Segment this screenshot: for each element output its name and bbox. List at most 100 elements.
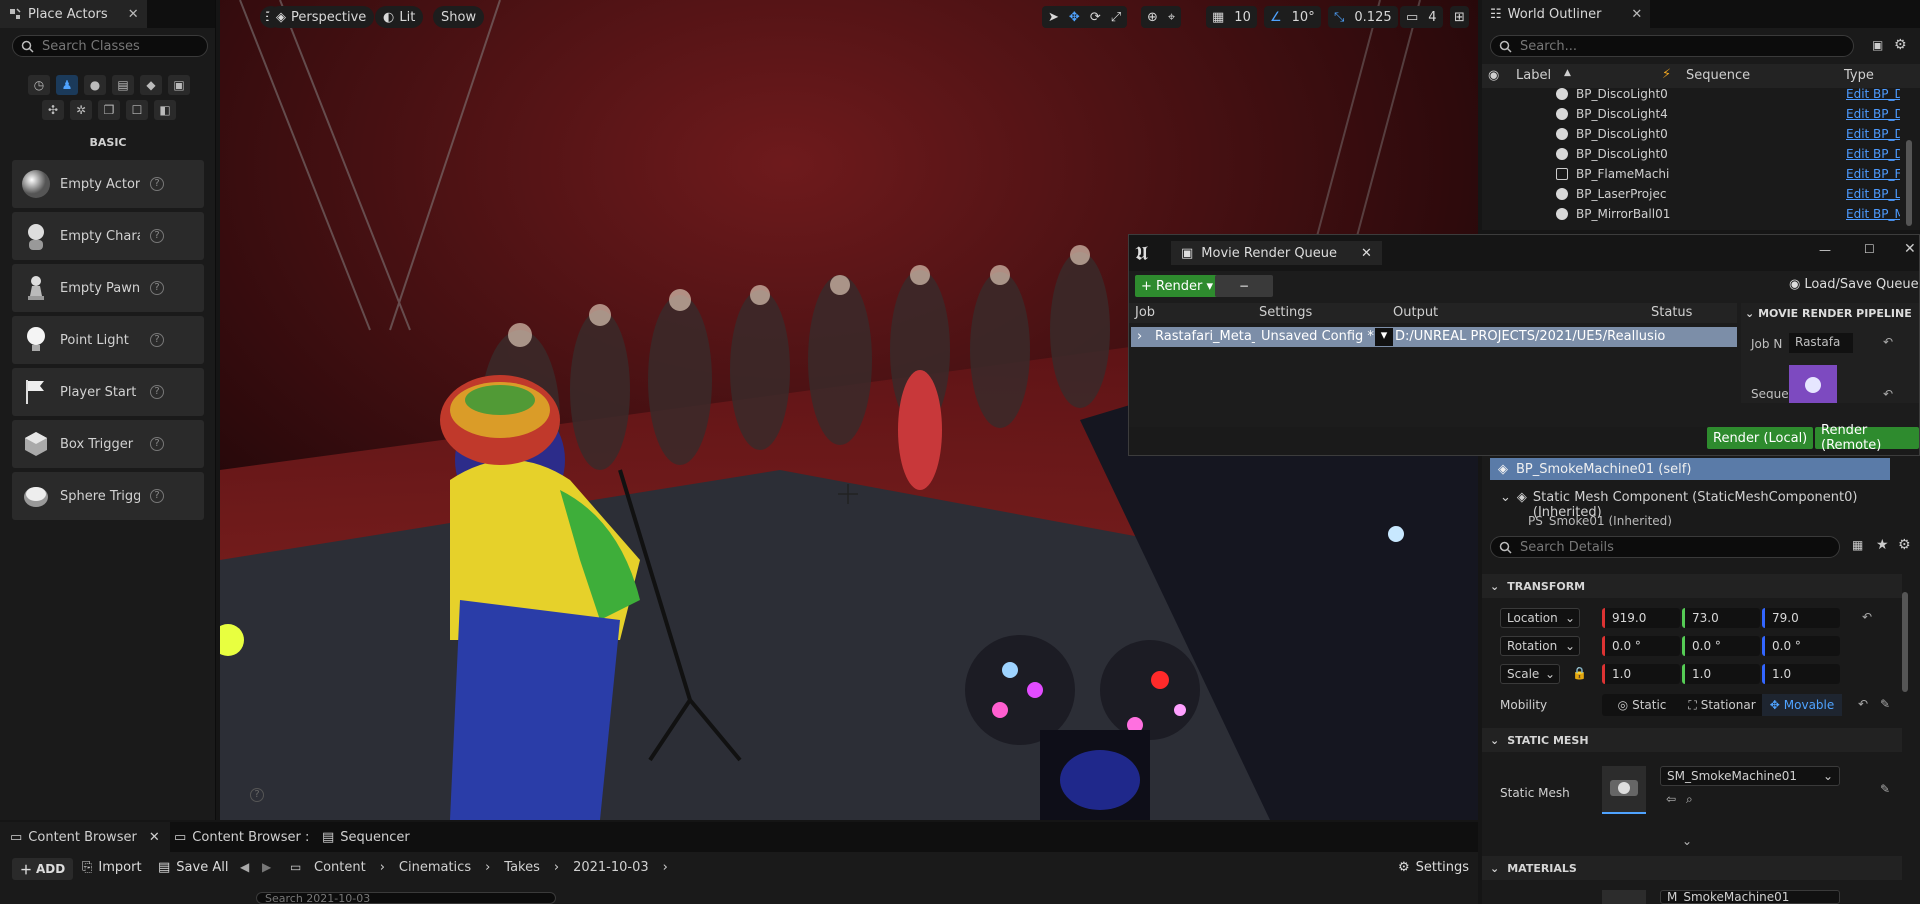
material-dropdown[interactable]: M_SmokeMachine01 xyxy=(1660,890,1840,904)
expand-chevron-icon[interactable]: ⌄ xyxy=(1682,834,1692,848)
chevron-down-icon[interactable]: ⌄ xyxy=(1500,490,1511,520)
job-name-field[interactable]: Rastafa xyxy=(1789,333,1853,353)
edit-blueprint-link[interactable]: Edit BP_D xyxy=(1846,127,1900,141)
col-label[interactable]: Label xyxy=(1516,68,1551,83)
mobility-movable-button[interactable]: ✥ Movable xyxy=(1762,694,1842,716)
help-icon[interactable]: ? xyxy=(150,333,164,347)
location-dropdown[interactable]: Location ⌄ xyxy=(1500,608,1580,628)
actor-item-box-trigger[interactable]: Box Trigger ? xyxy=(12,420,204,468)
settings-gear-icon[interactable]: ⚙ xyxy=(1894,37,1907,53)
scale-snap-button[interactable]: ⤡ 0.125 xyxy=(1328,6,1398,28)
load-save-queue-button[interactable]: ◉ Load/Save Queue xyxy=(1789,277,1919,292)
add-folder-icon[interactable]: ▣ xyxy=(1872,38,1883,52)
panel-icon[interactable]: ☐ xyxy=(126,100,148,120)
help-icon[interactable]: ? xyxy=(150,177,164,191)
render-local-button[interactable]: Render (Local) xyxy=(1707,427,1814,449)
selected-actor-row[interactable]: ◈ BP_SmokeMachine01 (self) xyxy=(1490,458,1890,480)
add-button[interactable]: ＋ ADD xyxy=(12,858,74,880)
reset-icon[interactable]: ↶ xyxy=(1858,697,1868,711)
reset-icon[interactable]: ↶ xyxy=(1862,610,1872,624)
edit-blueprint-link[interactable]: Edit BP_D xyxy=(1846,147,1900,161)
job-output[interactable]: D:/UNREAL PROJECTS/2021/UE5/Reallusion, xyxy=(1395,329,1665,344)
close-icon[interactable]: ✕ xyxy=(149,830,160,845)
folder-icon[interactable]: ▭ xyxy=(290,860,301,874)
materials-section[interactable]: ⌄ MATERIALS xyxy=(1482,856,1902,880)
pin-icon[interactable]: ✎ xyxy=(1880,782,1890,796)
job-row[interactable]: › Rastafari_Meta_0 Unsaved Config * ▾ D:… xyxy=(1131,327,1737,347)
breadcrumb-item[interactable]: Cinematics xyxy=(399,860,471,875)
static-mesh-dropdown[interactable]: SM_SmokeMachine01 ⌄ xyxy=(1660,766,1840,786)
edit-blueprint-link[interactable]: Edit BP_M xyxy=(1846,207,1900,221)
perspective-button[interactable]: ◈ Perspective xyxy=(268,6,375,28)
basic-category-icon[interactable]: ♟ xyxy=(56,75,78,95)
col-output[interactable]: Output xyxy=(1393,305,1438,323)
rotation-dropdown[interactable]: Rotation ⌄ xyxy=(1500,636,1580,656)
outliner-row[interactable]: BP_DiscoLight4 Edit BP_D xyxy=(1482,104,1920,124)
select-arrow-icon[interactable]: ➤ xyxy=(1048,10,1059,25)
viewport-help-icon[interactable]: ? xyxy=(250,788,264,802)
chevron-down-icon[interactable]: ⌄ xyxy=(1745,307,1754,320)
expand-chevron-icon[interactable]: › xyxy=(1137,329,1142,344)
help-icon[interactable]: ? xyxy=(150,229,164,243)
tab-content-browser-2[interactable]: ▭ Content Browser : xyxy=(174,822,309,852)
location-z-field[interactable]: 79.0 xyxy=(1762,608,1840,628)
actor-item-empty-actor[interactable]: Empty Actor ? xyxy=(12,160,204,208)
rotation-z-field[interactable]: 0.0 ° xyxy=(1762,636,1840,656)
col-type[interactable]: Type xyxy=(1844,68,1874,83)
outliner-scrollbar[interactable] xyxy=(1906,140,1912,226)
material-thumbnail[interactable] xyxy=(1602,890,1646,904)
import-button[interactable]: ⎘ Import xyxy=(82,860,142,875)
mesh-thumbnail[interactable] xyxy=(1602,766,1646,814)
mobility-stationary-button[interactable]: ⛶ Stationar xyxy=(1682,694,1762,716)
table-view-icon[interactable]: ▦ xyxy=(1852,538,1863,552)
render-dropdown-button[interactable]: + Render ▾ xyxy=(1135,275,1219,297)
surface-snap-icon[interactable]: ⌖ xyxy=(1168,10,1175,25)
settings-button[interactable]: ⚙ Settings xyxy=(1398,860,1469,875)
mobility-static-button[interactable]: ◎ Static xyxy=(1602,694,1682,716)
tab-movie-render-queue[interactable]: ▣ Movie Render Queue ✕ xyxy=(1171,241,1382,265)
actor-item-empty-character[interactable]: Empty Character ? xyxy=(12,212,204,260)
col-settings[interactable]: Settings xyxy=(1259,305,1312,323)
lock-icon[interactable]: 🔒 xyxy=(1572,666,1587,680)
scale-y-field[interactable]: 1.0 xyxy=(1682,664,1760,684)
camera-speed-button[interactable]: ▭ 4 xyxy=(1400,6,1443,28)
actor-item-sphere-trigger[interactable]: Sphere Trigger ? xyxy=(12,472,204,520)
details-scrollbar[interactable] xyxy=(1902,592,1908,692)
bsp-icon[interactable]: ◧ xyxy=(154,100,176,120)
scale-x-field[interactable]: 1.0 xyxy=(1602,664,1680,684)
grid-snap-button[interactable]: ▦ 10 xyxy=(1206,6,1257,28)
lit-button[interactable]: ◐ Lit xyxy=(375,6,424,28)
minimize-icon[interactable]: — xyxy=(1819,243,1831,257)
close-icon[interactable]: ✕ xyxy=(1631,7,1642,22)
cinematic-icon[interactable]: ▤ xyxy=(112,75,134,95)
scale-icon[interactable]: ⤢ xyxy=(1111,10,1121,25)
tab-world-outliner[interactable]: ☷ World Outliner ✕ xyxy=(1482,0,1651,28)
job-settings-link[interactable]: Unsaved Config * xyxy=(1261,329,1374,344)
rotation-snap-button[interactable]: ∠ 10° xyxy=(1264,6,1321,28)
edit-blueprint-link[interactable]: Edit BP_D xyxy=(1846,87,1900,101)
help-icon[interactable]: ? xyxy=(150,385,164,399)
render-remote-button[interactable]: Render (Remote) xyxy=(1815,423,1919,453)
col-job[interactable]: Job xyxy=(1135,305,1155,323)
reset-icon[interactable]: ↶ xyxy=(1883,387,1893,401)
browse-search-icon[interactable]: ⌕ xyxy=(1686,792,1693,807)
use-selected-icon[interactable]: ⇦ xyxy=(1666,792,1676,806)
outliner-search-input[interactable]: Search... xyxy=(1490,35,1854,57)
maximize-icon[interactable]: ☐ xyxy=(1864,242,1875,256)
back-icon[interactable]: ◀ xyxy=(240,860,249,874)
transform-section[interactable]: ⌄ TRANSFORM xyxy=(1482,574,1902,598)
col-sequence[interactable]: Sequence xyxy=(1686,68,1750,83)
actor-item-point-light[interactable]: Point Light ? xyxy=(12,316,204,364)
remove-job-button[interactable]: − xyxy=(1215,275,1273,297)
visual-effects-icon[interactable]: ◆ xyxy=(140,75,162,95)
volumes-icon[interactable]: ✣ xyxy=(42,100,64,120)
breadcrumb-item[interactable]: Content xyxy=(314,860,366,875)
edit-blueprint-link[interactable]: Edit BP_D xyxy=(1846,107,1900,121)
tab-content-browser-1[interactable]: ▭ Content Browser ✕ xyxy=(0,822,170,852)
scale-dropdown[interactable]: Scale ⌄ xyxy=(1500,664,1560,684)
close-icon[interactable]: ✕ xyxy=(1361,246,1372,261)
actor-item-empty-pawn[interactable]: Empty Pawn ? xyxy=(12,264,204,312)
edit-blueprint-link[interactable]: Edit BP_L xyxy=(1846,187,1900,201)
breadcrumb-item[interactable]: Takes xyxy=(504,860,540,875)
visibility-eye-icon[interactable]: ◉ xyxy=(1488,68,1499,83)
